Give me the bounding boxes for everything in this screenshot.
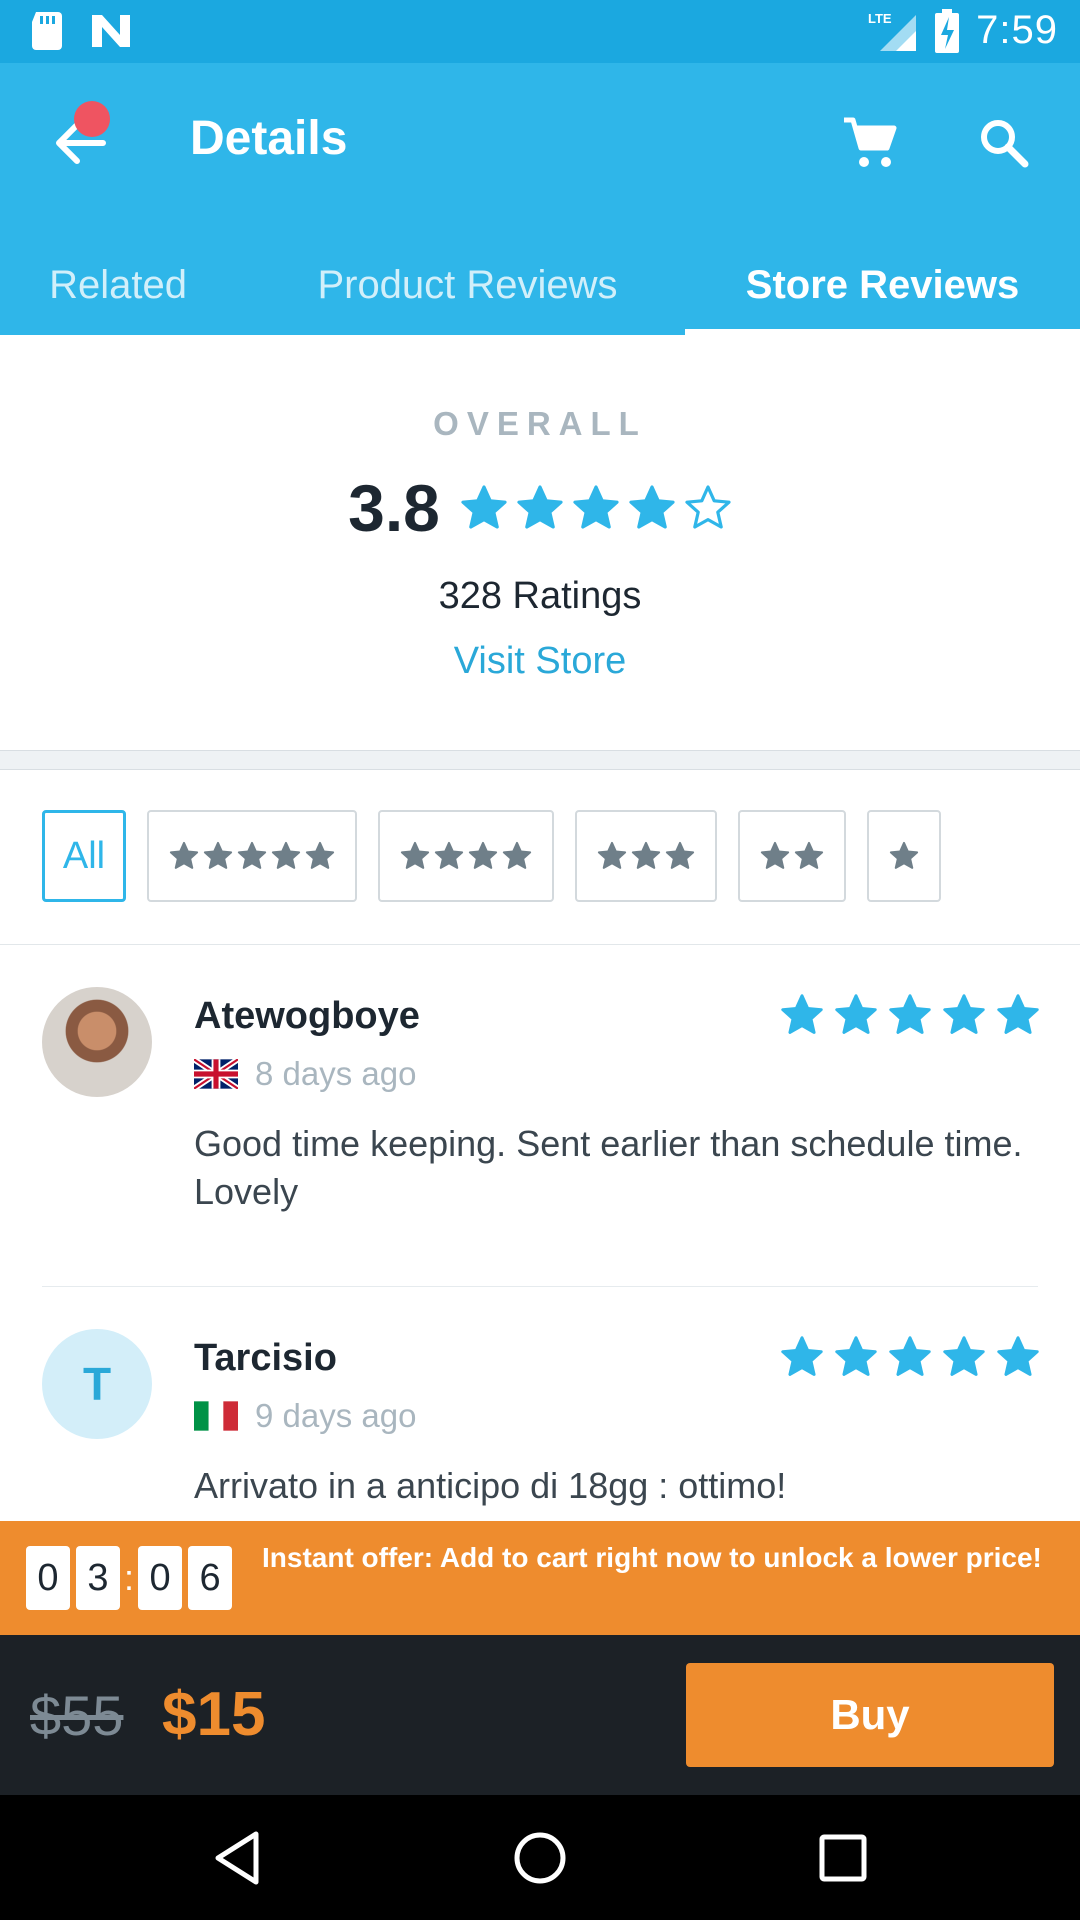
filter-1-star[interactable]	[867, 810, 941, 902]
review-text: Arrivato in a anticipo di 18gg : ottimo!	[194, 1465, 787, 1506]
star-icon	[502, 841, 532, 869]
star-filled-icon	[943, 994, 985, 1034]
filter-2-stars[interactable]	[738, 810, 846, 902]
filter-all-label: All	[62, 834, 106, 877]
ratings-count: 328 Ratings	[438, 575, 642, 617]
star-filled-icon	[997, 1336, 1039, 1376]
cart-button[interactable]	[832, 105, 908, 181]
section-divider	[0, 750, 1080, 770]
review-text: Good time keeping. Sent earlier than sch…	[194, 1123, 1023, 1212]
review-stars	[780, 1335, 1040, 1379]
star-icon	[271, 841, 301, 869]
nav-recents-button[interactable]	[808, 1823, 878, 1893]
star-filled-icon	[629, 485, 675, 529]
reviewer-name[interactable]: Atewogboye	[194, 995, 420, 1038]
tab-product-reviews[interactable]: Product Reviews	[290, 235, 645, 335]
svg-text:LTE: LTE	[868, 11, 892, 26]
star-icon	[468, 841, 498, 869]
lte-signal-icon: LTE	[868, 11, 917, 51]
timer-digit: 0	[138, 1546, 183, 1610]
n-logo-icon	[92, 15, 130, 47]
star-filled-icon	[781, 1336, 823, 1376]
star-icon	[597, 841, 627, 869]
timer-digit: 6	[188, 1546, 233, 1610]
overall-rating-section: OVERALL 3.8 328 Ratings Visit Store	[0, 335, 1080, 750]
star-filled-icon	[461, 485, 507, 529]
review-item: T Tarcisio 9 days ago Arrivato in a anti…	[0, 1287, 1080, 1527]
timer-digit: 3	[76, 1546, 120, 1610]
search-icon	[981, 120, 1029, 168]
instant-offer-banner[interactable]: 0 3 : 0 6 Instant offer: Add to cart rig…	[0, 1521, 1080, 1635]
star-icon	[169, 841, 199, 869]
overall-label: OVERALL	[433, 405, 647, 442]
notification-badge	[74, 101, 110, 137]
app-bar: Details Related Product Reviews Store Re…	[0, 63, 1080, 335]
reviewer-name[interactable]: Tarcisio	[194, 1337, 337, 1380]
review-item: Atewogboye 8 days ago Good time keeping.…	[0, 945, 1080, 1287]
star-icon	[760, 841, 790, 869]
star-icon	[400, 841, 430, 869]
avatar[interactable]	[42, 987, 152, 1097]
italy-flag-icon	[194, 1401, 238, 1431]
tab-bar: Related Product Reviews Store Reviews	[0, 235, 1080, 335]
visit-store-link[interactable]: Visit Store	[0, 640, 1080, 683]
overall-score: 3.8	[348, 471, 440, 545]
star-filled-icon	[781, 994, 823, 1034]
filter-4-stars[interactable]	[378, 810, 554, 902]
star-icon	[305, 841, 335, 869]
star-filled-icon	[997, 994, 1039, 1034]
timer-digit: 0	[26, 1546, 70, 1610]
review-date: 9 days ago	[255, 1397, 417, 1434]
star-icon	[889, 841, 919, 869]
nav-back-button[interactable]	[202, 1823, 272, 1893]
star-filled-icon	[889, 1336, 931, 1376]
star-filled-icon	[573, 485, 619, 529]
battery-charging-icon	[935, 8, 960, 53]
offer-text: Instant offer: Add to cart right now to …	[262, 1542, 1042, 1573]
star-outline-icon	[685, 485, 731, 529]
buy-button[interactable]: Buy	[686, 1663, 1054, 1767]
star-icon	[434, 841, 464, 869]
countdown-timer: 0 3 : 0 6	[26, 1546, 238, 1610]
system-nav-bar	[0, 1795, 1080, 1920]
star-icon	[237, 841, 267, 869]
avatar[interactable]: T	[42, 1329, 152, 1439]
star-filled-icon	[835, 994, 877, 1034]
review-stars	[780, 993, 1040, 1037]
clock: 7:59	[976, 8, 1058, 52]
purchase-bar: $55 $15 Buy	[0, 1635, 1080, 1795]
search-button[interactable]	[966, 105, 1042, 181]
tab-related[interactable]: Related	[18, 235, 218, 335]
nav-home-button[interactable]	[505, 1823, 575, 1893]
overall-score-row: 3.8	[0, 470, 1080, 546]
filter-5-stars[interactable]	[147, 810, 357, 902]
sd-card-icon	[32, 12, 62, 50]
timer-separator: :	[124, 1557, 135, 1598]
old-price: $55	[30, 1684, 124, 1747]
tab-store-reviews[interactable]: Store Reviews	[685, 235, 1080, 335]
uk-flag-icon	[194, 1059, 238, 1089]
square-recents-icon	[819, 1834, 867, 1882]
star-icon	[665, 841, 695, 869]
rating-filters: All	[0, 770, 1080, 945]
star-icon	[631, 841, 661, 869]
cart-icon	[844, 117, 897, 167]
triangle-back-icon	[215, 1831, 259, 1885]
circle-home-icon	[514, 1832, 566, 1884]
overall-stars	[460, 484, 732, 532]
star-filled-icon	[889, 994, 931, 1034]
star-filled-icon	[517, 485, 563, 529]
current-price: $15	[162, 1680, 266, 1749]
review-date: 8 days ago	[255, 1055, 417, 1092]
filter-all[interactable]: All	[42, 810, 126, 902]
page-title: Details	[190, 112, 348, 165]
star-icon	[794, 841, 824, 869]
star-filled-icon	[943, 1336, 985, 1376]
star-filled-icon	[835, 1336, 877, 1376]
filter-3-stars[interactable]	[575, 810, 717, 902]
star-icon	[203, 841, 233, 869]
status-bar: LTE 7:59	[0, 0, 1080, 63]
